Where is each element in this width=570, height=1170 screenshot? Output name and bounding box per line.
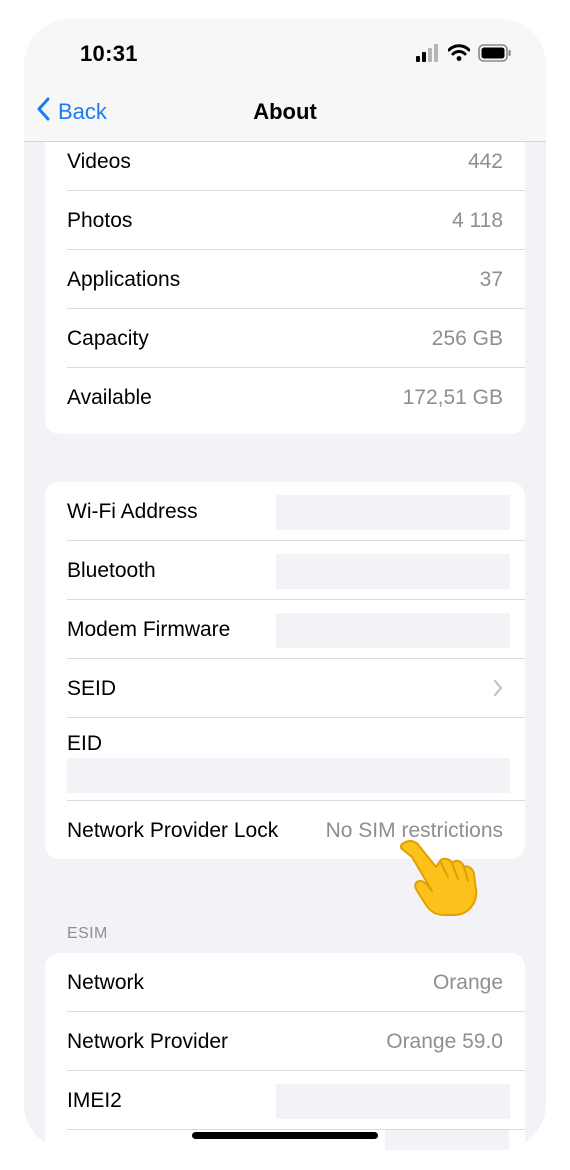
row-available: Available 172,51 GB (45, 368, 525, 427)
row-bluetooth[interactable]: Bluetooth (45, 541, 525, 600)
row-label: Capacity (67, 327, 149, 350)
row-label: Network Provider Lock (67, 819, 279, 842)
row-value: Orange (432, 971, 503, 994)
row-value: 4 118 (452, 209, 503, 232)
settings-list[interactable]: Videos 442 Photos 4 118 Applications 37 … (24, 142, 546, 1150)
row-value: Orange 59.0 (386, 1030, 503, 1053)
redacted-value (276, 1084, 510, 1119)
redacted-value (276, 613, 510, 648)
row-network-provider[interactable]: Network Provider Orange 59.0 (45, 1012, 525, 1071)
cellular-signal-icon (416, 43, 440, 67)
pointing-hand-emoji-icon (396, 837, 486, 927)
page-title: About (253, 99, 317, 124)
row-applications: Applications 37 (45, 250, 525, 309)
row-label: Available (67, 386, 152, 409)
phone-screen: 10:31 Back About Videos 442 Photos 4 118… (24, 19, 546, 1150)
row-value: 442 (467, 150, 503, 173)
status-time: 10:31 (80, 41, 138, 66)
home-indicator[interactable] (192, 1132, 378, 1139)
section-header-esim: ESIM (67, 925, 108, 942)
row-label: Network Provider (67, 1030, 229, 1053)
row-modem-firmware[interactable]: Modem Firmware (45, 600, 525, 659)
row-label: Wi-Fi Address (67, 500, 198, 523)
status-bar: 10:31 (24, 19, 546, 89)
row-value: 256 GB (431, 327, 503, 350)
row-value: 172,51 GB (402, 386, 503, 409)
row-network[interactable]: Network Orange (45, 953, 525, 1012)
row-photos: Photos 4 118 (45, 191, 525, 250)
row-videos: Videos 442 (45, 142, 525, 191)
network-info-card: Wi-Fi Address Bluetooth Modem Firmware S… (45, 482, 525, 859)
redacted-value (276, 554, 510, 589)
redacted-eid-value (67, 758, 510, 793)
battery-icon (478, 43, 512, 67)
row-label: Modem Firmware (67, 618, 231, 641)
row-capacity: Capacity 256 GB (45, 309, 525, 368)
media-info-card: Videos 442 Photos 4 118 Applications 37 … (45, 142, 525, 434)
row-label: Network (67, 971, 145, 994)
row-wifi-address[interactable]: Wi-Fi Address (45, 482, 525, 541)
chevron-right-icon (493, 679, 503, 702)
row-label: ICCID (67, 1130, 124, 1150)
esim-info-card: Network Orange Network Provider Orange 5… (45, 953, 525, 1150)
row-seid[interactable]: SEID (45, 659, 525, 718)
wifi-icon (447, 44, 471, 66)
row-label: Photos (67, 209, 133, 232)
redacted-value (385, 1130, 509, 1150)
status-icons (416, 43, 512, 67)
row-imei2[interactable]: IMEI2 (45, 1071, 525, 1130)
row-label: SEID (67, 677, 117, 700)
redacted-value (276, 495, 510, 530)
row-label: IMEI2 (67, 1089, 122, 1112)
row-value: 37 (479, 268, 503, 291)
row-label: Videos (67, 150, 131, 173)
row-label: Bluetooth (67, 559, 156, 582)
row-label: Applications (67, 268, 181, 291)
navigation-bar: Back About (24, 89, 546, 142)
